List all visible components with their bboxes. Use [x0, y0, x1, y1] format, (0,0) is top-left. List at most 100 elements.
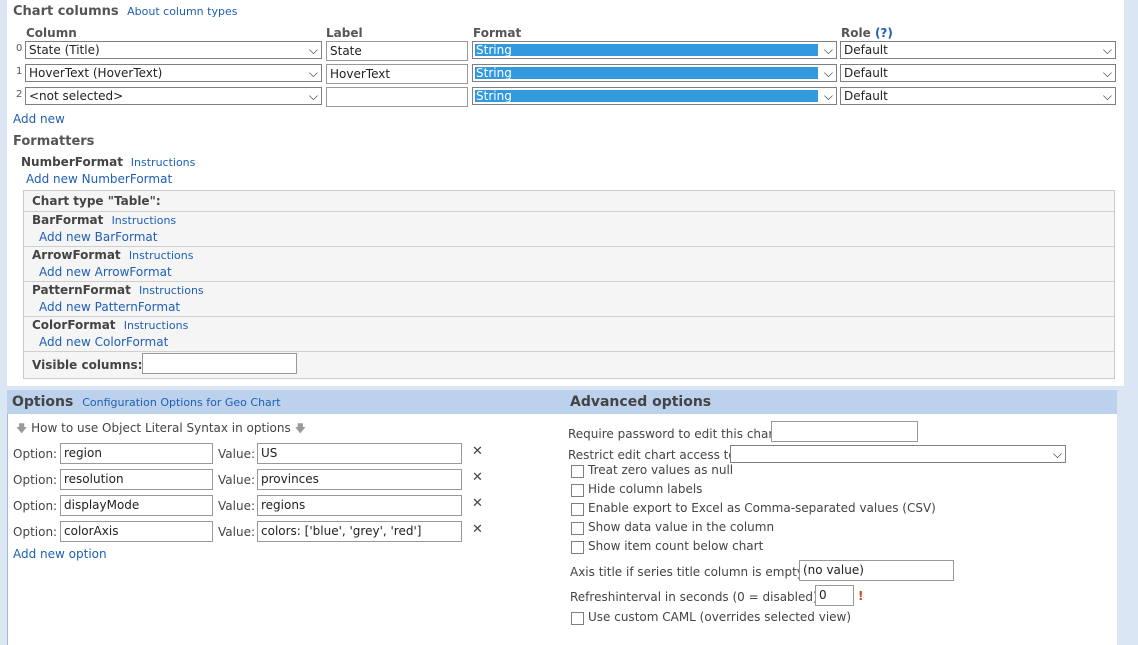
chevron-down-icon: ⌵	[823, 66, 833, 80]
number-format-instructions-link[interactable]: Instructions	[131, 156, 196, 169]
option-name-input[interactable]: colorAxis	[60, 521, 213, 542]
remove-option-icon[interactable]: ✕	[472, 496, 483, 511]
add-new-option-link[interactable]: Add new option	[13, 547, 107, 561]
pattern-format-instructions-link[interactable]: Instructions	[139, 284, 204, 297]
option-value-input[interactable]: US	[257, 443, 462, 464]
chevron-down-icon: ⌵	[308, 89, 318, 103]
restrict-access-label: Restrict edit chart access to	[568, 448, 736, 462]
require-password-label: Require password to edit this chart	[568, 427, 779, 441]
remove-option-icon[interactable]: ✕	[472, 470, 483, 485]
chevron-down-icon: ⌵	[823, 43, 833, 57]
selection-highlight	[475, 44, 818, 56]
value-label: Value:	[218, 447, 255, 461]
add-new-column-link[interactable]: Add new	[13, 112, 65, 126]
require-password-input[interactable]	[771, 421, 918, 442]
label-input[interactable]: HoverText	[326, 64, 468, 84]
object-literal-help[interactable]: 🡇 How to use Object Literal Syntax in op…	[16, 420, 306, 439]
show-item-count-label: Show item count below chart	[588, 539, 764, 553]
color-format-instructions-link[interactable]: Instructions	[124, 319, 189, 332]
arrow-format-instructions-link[interactable]: Instructions	[129, 249, 194, 262]
chart-columns-title: Chart columns	[13, 4, 119, 19]
label-input[interactable]: State	[326, 41, 468, 61]
option-name-input[interactable]: resolution	[60, 469, 213, 490]
visible-columns-label: Visible columns:	[32, 358, 143, 372]
option-label: Option:	[13, 473, 58, 487]
column-select[interactable]: State (Title) ⌵	[25, 41, 322, 59]
arrow-format-title: ArrowFormat	[32, 248, 121, 262]
divider	[24, 281, 1114, 282]
label-input[interactable]	[326, 87, 468, 107]
show-data-value-label: Show data value in the column	[588, 520, 775, 534]
divider	[24, 246, 1114, 247]
bar-format-heading: BarFormat Instructions	[32, 213, 176, 227]
pattern-format-title: PatternFormat	[32, 283, 131, 297]
add-bar-format-link[interactable]: Add new BarFormat	[39, 230, 157, 244]
add-arrow-format-link[interactable]: Add new ArrowFormat	[39, 265, 172, 279]
format-select[interactable]: String ⌵	[472, 41, 837, 59]
use-custom-caml-label: Use custom CAML (overrides selected view…	[588, 610, 852, 624]
row-index: 2	[16, 89, 23, 100]
required-marker-icon: !	[858, 589, 864, 603]
chart-columns-heading: Chart columns About column types	[13, 4, 237, 19]
about-column-types-link[interactable]: About column types	[127, 5, 237, 18]
option-value-input[interactable]: regions	[257, 495, 462, 516]
refresh-interval-input[interactable]: 0	[815, 585, 854, 606]
bar-format-title: BarFormat	[32, 213, 104, 227]
option-label: Option:	[13, 499, 58, 513]
refresh-interval-label: Refreshinterval in seconds (0 = disabled…	[570, 590, 822, 604]
chevron-down-icon: ⌵	[823, 89, 833, 103]
role-header: Role (?)	[841, 26, 893, 40]
column-header: Column	[26, 26, 77, 40]
format-header: Format	[473, 26, 522, 40]
arrow-down-icon: 🡇	[294, 422, 306, 435]
option-label: Option:	[13, 525, 58, 539]
treat-zero-null-checkbox[interactable]	[571, 465, 584, 478]
enable-csv-export-checkbox[interactable]	[571, 503, 584, 516]
format-select-value: String	[476, 66, 512, 80]
show-data-value-checkbox[interactable]	[571, 522, 584, 535]
add-color-format-link[interactable]: Add new ColorFormat	[39, 335, 168, 349]
option-value-input[interactable]: colors: ['blue', 'grey', 'red']	[257, 521, 462, 542]
format-select[interactable]: String ⌵	[472, 64, 837, 82]
axis-title-input[interactable]: (no value)	[799, 560, 954, 581]
role-header-label: Role	[841, 26, 871, 40]
format-select[interactable]: String ⌵	[472, 87, 837, 105]
chevron-down-icon: ⌵	[308, 43, 318, 57]
show-item-count-checkbox[interactable]	[571, 541, 584, 554]
role-select[interactable]: Default ⌵	[840, 87, 1116, 105]
geo-chart-config-link[interactable]: Configuration Options for Geo Chart	[82, 396, 280, 409]
option-value-input[interactable]: provinces	[257, 469, 462, 490]
divider	[24, 351, 1114, 352]
column-select-value: <not selected>	[29, 89, 124, 103]
chevron-down-icon: ⌵	[1102, 89, 1112, 103]
number-format-title: NumberFormat	[21, 155, 123, 169]
role-select[interactable]: Default ⌵	[840, 41, 1116, 59]
role-select-value: Default	[844, 66, 888, 80]
option-name-input[interactable]: region	[60, 443, 213, 464]
selection-highlight	[475, 90, 818, 102]
format-select-value: String	[476, 43, 512, 57]
options-panel: 🡇 How to use Object Literal Syntax in op…	[7, 414, 1117, 645]
hide-column-labels-checkbox[interactable]	[571, 484, 584, 497]
role-select[interactable]: Default ⌵	[840, 64, 1116, 82]
column-select[interactable]: HoverText (HoverText) ⌵	[25, 64, 322, 82]
add-number-format-link[interactable]: Add new NumberFormat	[26, 172, 172, 186]
remove-option-icon[interactable]: ✕	[472, 444, 483, 459]
column-select-value: HoverText (HoverText)	[29, 66, 163, 80]
add-pattern-format-link[interactable]: Add new PatternFormat	[39, 300, 180, 314]
advanced-options-title: Advanced options	[570, 394, 712, 410]
option-name-input[interactable]: displayMode	[60, 495, 213, 516]
options-header-bar: Options Configuration Options for Geo Ch…	[7, 390, 1117, 414]
axis-title-label: Axis title if series title column is emp…	[570, 565, 808, 579]
column-select[interactable]: <not selected> ⌵	[25, 87, 322, 105]
chart-columns-panel: Chart columns About column types Column …	[7, 0, 1124, 386]
restrict-access-select[interactable]: ⌵	[730, 445, 1066, 463]
role-help-link[interactable]: (?)	[875, 26, 893, 40]
visible-columns-input[interactable]	[142, 353, 297, 374]
bar-format-instructions-link[interactable]: Instructions	[112, 214, 177, 227]
object-literal-help-text: How to use Object Literal Syntax in opti…	[31, 421, 291, 435]
use-custom-caml-checkbox[interactable]	[571, 612, 584, 625]
remove-option-icon[interactable]: ✕	[472, 522, 483, 537]
value-label: Value:	[218, 499, 255, 513]
arrow-format-heading: ArrowFormat Instructions	[32, 248, 193, 262]
